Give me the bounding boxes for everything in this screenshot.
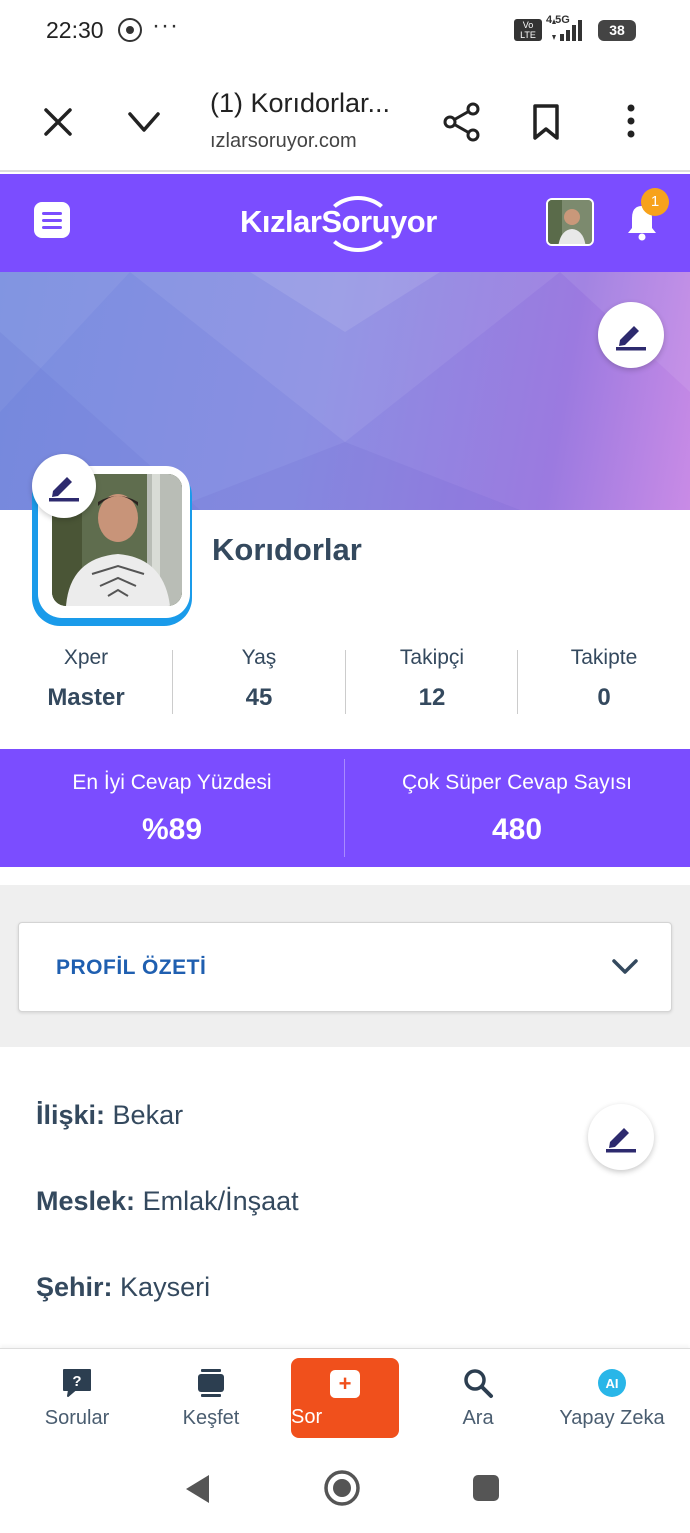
back-icon[interactable] [182, 1472, 212, 1506]
summary-title: PROFİL ÖZETİ [56, 956, 207, 979]
stat-followers[interactable]: Takipçi 12 [346, 640, 518, 720]
avatar-image [548, 200, 592, 244]
ask-question-button[interactable]: + Sor [291, 1358, 399, 1438]
status-time: 22:30 [46, 17, 104, 43]
profile-stats: Xper Master Yaş 45 Takipçi 12 Takipte 0 [0, 640, 690, 728]
edit-avatar-button[interactable] [32, 454, 96, 518]
detail-key: İlişki: [36, 1100, 106, 1130]
pencil-icon [616, 326, 646, 351]
nav-label: Yapay Zeka [559, 1407, 665, 1429]
bookmark-icon[interactable] [528, 102, 564, 142]
stat-label: Yaş [241, 646, 277, 669]
detail-relationship: İlişki: Bekar [36, 1100, 183, 1131]
whatsapp-icon [118, 18, 142, 42]
search-icon [464, 1369, 493, 1398]
edit-cover-button[interactable] [598, 302, 664, 368]
stat-age: Yaş 45 [173, 640, 345, 720]
stat-following[interactable]: Takipte 0 [518, 640, 690, 720]
home-icon[interactable] [322, 1468, 362, 1508]
detail-value: Emlak/İnşaat [142, 1186, 299, 1216]
answer-highlights: En İyi Cevap Yüzdesi %89 Çok Süper Cevap… [0, 749, 690, 867]
volte-icon: Vo LTE [514, 19, 542, 41]
close-icon[interactable] [38, 102, 78, 142]
stat-xper[interactable]: Xper Master [0, 640, 172, 720]
stat-label: Takipçi [399, 646, 465, 669]
site-header: KızlarSoruyor 1 [0, 174, 690, 272]
detail-value: Bekar [112, 1100, 184, 1130]
system-navigation [0, 1448, 690, 1533]
status-bar: 22:30 ··· Vo LTE 4.5G 38 [0, 0, 690, 64]
nav-kesfet[interactable]: Keşfet [146, 1349, 276, 1449]
highlight-label: En İyi Cevap Yüzdesi [72, 771, 272, 794]
site-logo[interactable]: KızlarSoruyor [240, 196, 460, 252]
detail-city: Şehir: Kayseri [36, 1272, 210, 1303]
browser-toolbar: (1) Korıdorlar... ızlarsoruyor.com [0, 64, 690, 172]
stat-value: Master [47, 684, 125, 711]
logo-ring [324, 196, 392, 252]
detail-key: Şehir: [36, 1272, 113, 1302]
nav-sorular[interactable]: ? Sorular [12, 1349, 142, 1449]
pencil-icon [49, 477, 79, 502]
more-vertical-icon[interactable] [616, 102, 646, 142]
share-icon[interactable] [440, 100, 484, 144]
pencil-icon [606, 1128, 636, 1153]
best-answer-rate: En İyi Cevap Yüzdesi %89 [0, 749, 344, 867]
nav-label: Sor [291, 1406, 323, 1428]
url-text[interactable]: ızlarsoruyor.com [210, 130, 357, 153]
highlight-value: %89 [141, 813, 203, 846]
nav-label: Keşfet [182, 1407, 240, 1429]
stat-value: 45 [245, 684, 273, 711]
highlight-label: Çok Süper Cevap Sayısı [402, 771, 632, 794]
menu-icon[interactable] [34, 202, 70, 238]
detail-value: Kayseri [120, 1272, 211, 1302]
highlight-value: 480 [491, 813, 543, 846]
layers-icon [198, 1369, 224, 1397]
chevron-down-icon [612, 959, 638, 974]
page-title: (1) Korıdorlar... [210, 88, 391, 118]
plus-square-icon: + [330, 1370, 360, 1398]
stat-value: 12 [418, 684, 446, 711]
ai-icon: AI [598, 1369, 626, 1397]
question-bubble-icon: ? [63, 1369, 91, 1397]
nav-yapay-zeka[interactable]: AI Yapay Zeka [547, 1349, 677, 1449]
signal-icon [552, 19, 582, 41]
profile-summary-accordion[interactable]: PROFİL ÖZETİ [18, 922, 672, 1012]
stat-label: Xper [63, 646, 109, 669]
edit-details-button[interactable] [588, 1104, 654, 1170]
detail-key: Meslek: [36, 1186, 136, 1216]
notification-badge: 1 [641, 188, 669, 216]
svg-text:AI: AI [606, 1376, 619, 1391]
battery-icon: 38 [598, 20, 636, 41]
super-answer-count: Çok Süper Cevap Sayısı 480 [345, 749, 689, 867]
nav-label: Sorular [44, 1407, 110, 1429]
user-avatar[interactable] [546, 198, 594, 246]
stat-value: 0 [597, 684, 611, 711]
profile-name: Korıdorlar [212, 532, 362, 567]
svg-text:?: ? [72, 1373, 81, 1390]
recents-icon[interactable] [472, 1474, 500, 1502]
detail-occupation: Meslek: Emlak/İnşaat [36, 1186, 299, 1217]
nav-ara[interactable]: Ara [413, 1349, 543, 1449]
stat-label: Takipte [570, 646, 638, 669]
status-overflow: ··· [152, 12, 179, 39]
chevron-down-icon[interactable] [124, 104, 164, 140]
nav-label: Ara [462, 1407, 494, 1429]
